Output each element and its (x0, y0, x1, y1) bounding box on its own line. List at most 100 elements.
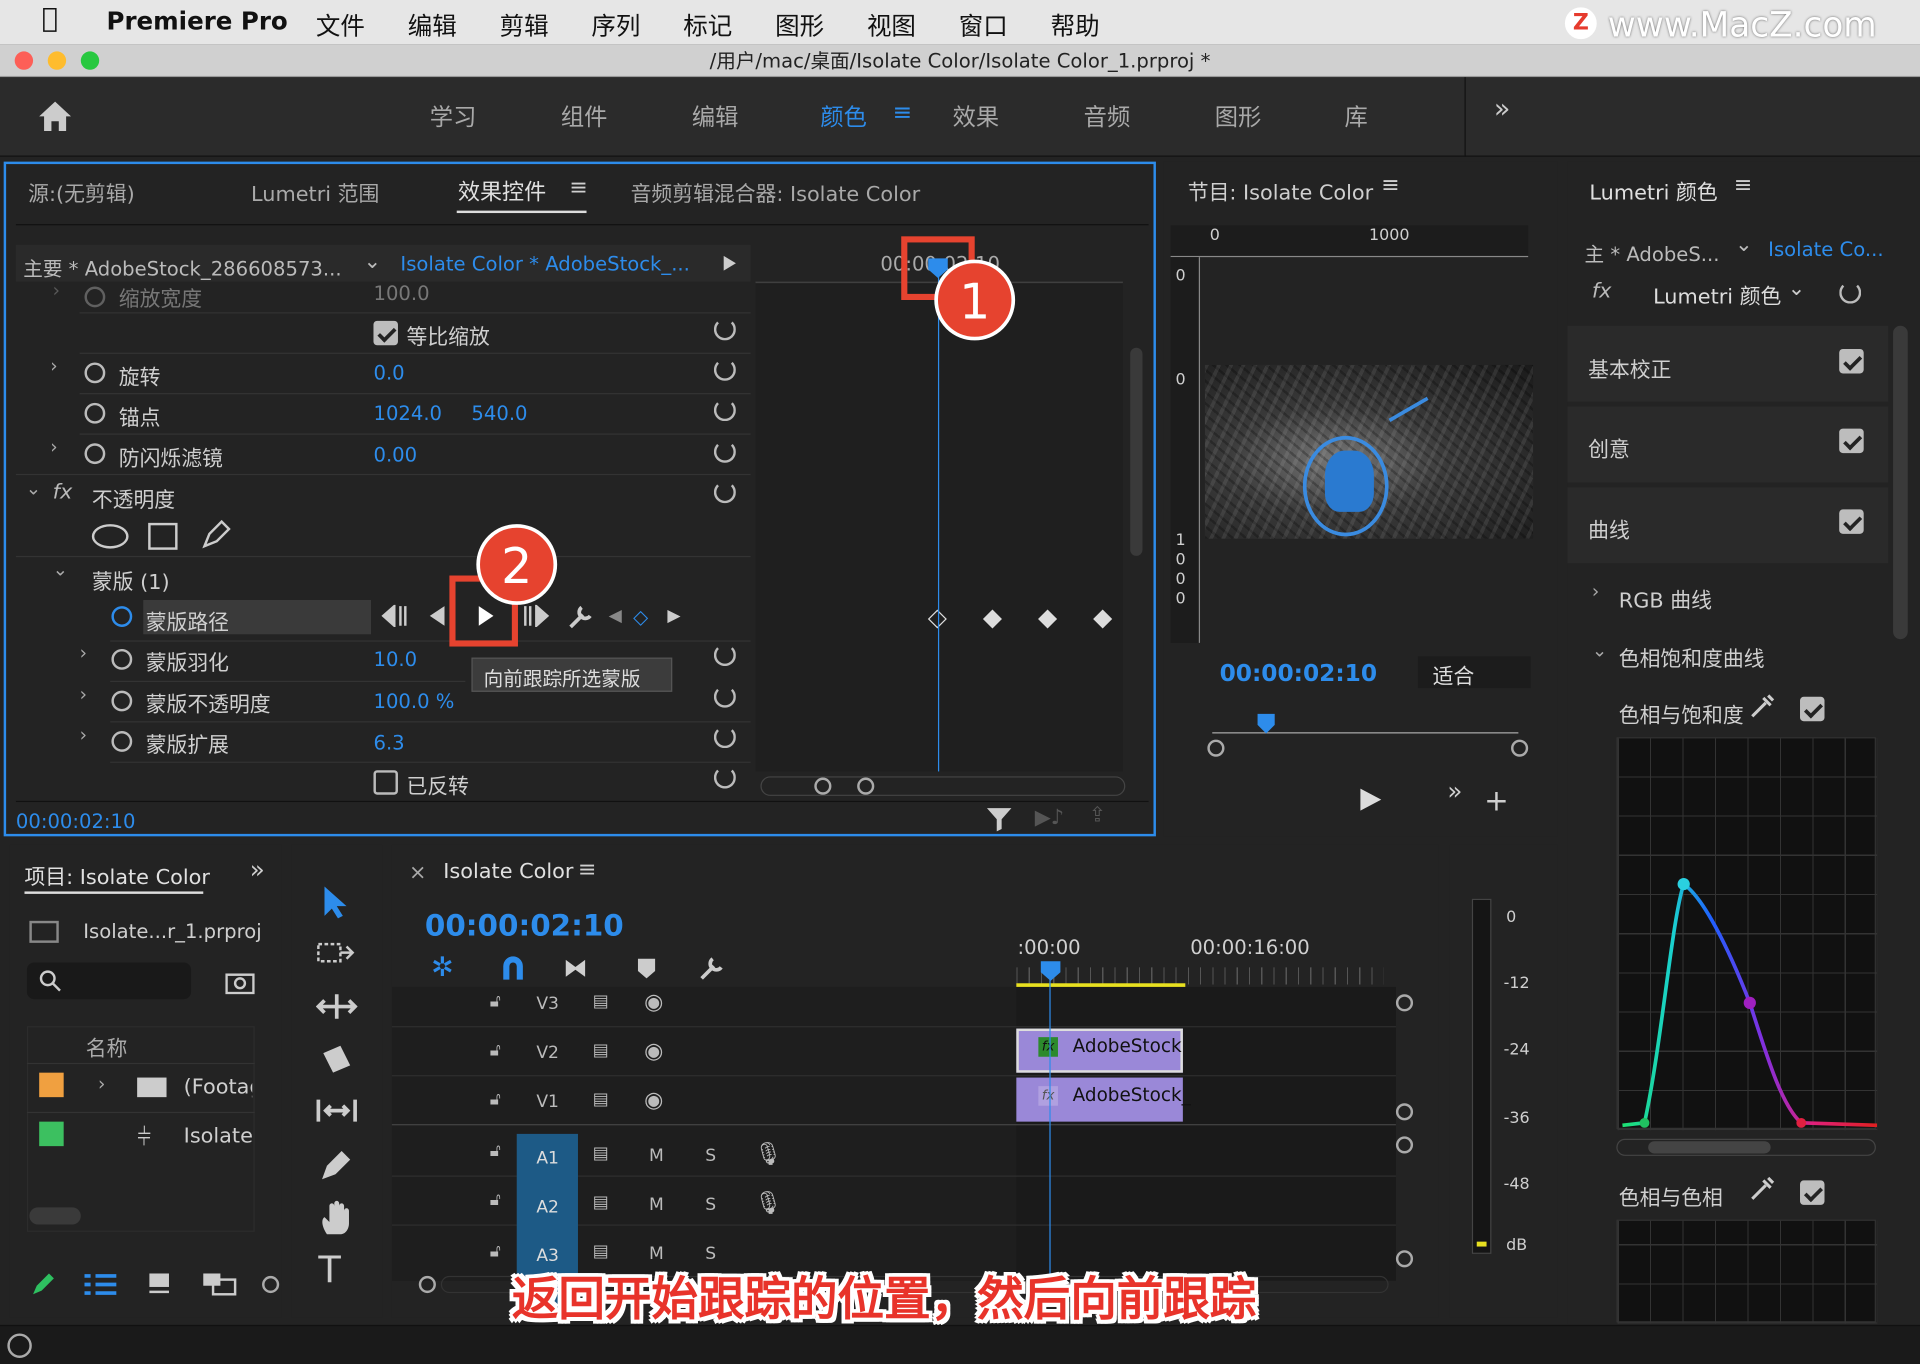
lumetri-sequence-clip[interactable]: Isolate Co... (1768, 238, 1883, 261)
app-menu[interactable]: Premiere Pro (107, 6, 288, 35)
mute-button[interactable]: M (649, 1195, 664, 1215)
reset-icon[interactable] (713, 440, 736, 463)
pencil-icon[interactable] (29, 1271, 56, 1298)
razor-tool-icon[interactable] (318, 1043, 352, 1075)
collapse-chevron[interactable]: ⌄ (1592, 639, 1607, 661)
pen-mask-icon[interactable] (200, 519, 232, 551)
workspace-assembly[interactable]: 组件 (561, 99, 608, 132)
label-color-swatch[interactable] (39, 1121, 64, 1147)
wrench-icon[interactable] (567, 601, 596, 630)
stopwatch-icon[interactable] (111, 648, 133, 670)
menu-help[interactable]: 帮助 (1051, 6, 1100, 42)
expand-chevron[interactable]: › (80, 683, 87, 705)
apple-icon[interactable]:  (42, 4, 58, 35)
flicker-value[interactable]: 0.00 (373, 443, 417, 466)
bin-search-icon[interactable] (225, 970, 255, 995)
panel-menu-icon[interactable]: ≡ (1381, 173, 1399, 199)
scroll-handle-right[interactable] (857, 777, 875, 795)
anchor-x-value[interactable]: 1024.0 (373, 402, 442, 425)
add-marker-icon[interactable] (637, 958, 657, 980)
more-controls-icon[interactable]: » (1447, 776, 1462, 805)
program-title[interactable]: 节目: Isolate Color (1188, 175, 1373, 205)
stopwatch-icon[interactable] (84, 286, 106, 308)
vertical-scrollbar[interactable] (1130, 347, 1143, 556)
vertical-scrollbar[interactable] (1893, 325, 1908, 640)
panel-menu-icon[interactable]: ≡ (578, 857, 596, 883)
reset-icon[interactable] (713, 726, 736, 749)
panel-menu-icon[interactable]: ≡ (569, 175, 587, 201)
microphone-icon[interactable]: 🎙︎ (754, 1190, 782, 1216)
inverted-checkbox[interactable] (373, 770, 398, 795)
solo-button[interactable]: S (705, 1195, 716, 1215)
add-keyframe-icon[interactable]: ◇ (633, 605, 648, 628)
next-keyframe-icon[interactable]: ▶ (667, 606, 680, 626)
scrub-end-handle[interactable] (1511, 739, 1529, 757)
eye-icon[interactable]: ◉ (644, 1038, 663, 1064)
slip-tool-icon[interactable] (316, 1097, 358, 1124)
video-frame[interactable] (1204, 364, 1534, 539)
sequence-clip-name[interactable]: Isolate Color * AdobeStock_... (400, 252, 689, 275)
scroll-handle[interactable] (1395, 1136, 1414, 1154)
lock-icon[interactable]: 🔓︎ (490, 992, 501, 1012)
tab-audio-mixer[interactable]: 音频剪辑混合器: Isolate Color (631, 176, 921, 206)
expand-chevron[interactable]: › (98, 1073, 105, 1095)
creative-checkbox[interactable] (1839, 428, 1864, 454)
linked-selection-icon[interactable]: ⧓ (563, 953, 587, 982)
zoom-handle[interactable] (262, 1275, 280, 1294)
workspace-graphics[interactable]: 图形 (1215, 99, 1262, 132)
icon-view-icon[interactable] (147, 1271, 171, 1295)
rotation-value[interactable]: 0.0 (373, 361, 404, 384)
clip-dropdown-icon[interactable]: ⌄ (364, 250, 381, 274)
collapse-chevron[interactable]: ⌄ (26, 478, 41, 500)
lock-icon[interactable]: 🔓︎ (490, 1190, 501, 1210)
eye-icon[interactable]: ◉ (644, 1087, 663, 1113)
ellipse-mask-icon[interactable] (91, 524, 129, 549)
anchor-y-value[interactable]: 540.0 (471, 402, 527, 425)
timeline-settings-wrench-icon[interactable] (698, 953, 727, 982)
mute-button[interactable]: M (649, 1146, 664, 1166)
project-item-sequence[interactable]: Isolate (184, 1124, 253, 1148)
timeline-playhead[interactable] (1040, 960, 1062, 982)
workspace-audio[interactable]: 音频 (1084, 99, 1131, 132)
hue-vs-hue-checkbox[interactable] (1800, 1180, 1825, 1205)
expand-chevron[interactable]: › (1592, 580, 1599, 602)
more-panels-icon[interactable]: » (250, 855, 265, 884)
scroll-handle[interactable] (1395, 1250, 1414, 1268)
clip-dropdown-icon[interactable]: ⌄ (1735, 233, 1752, 257)
menu-markers[interactable]: 标记 (683, 6, 732, 42)
stopwatch-icon[interactable] (111, 606, 133, 627)
more-workspaces-icon[interactable]: » (1494, 94, 1510, 125)
mask-opacity-value[interactable]: 100.0 % (373, 689, 454, 712)
sync-lock-icon[interactable]: ▤ (593, 992, 609, 1012)
snap-nested-icon[interactable]: ✲ (431, 953, 454, 984)
uniform-scale-checkbox[interactable] (373, 320, 398, 346)
sync-lock-icon[interactable]: ▤ (593, 1144, 609, 1164)
rgb-curves-label[interactable]: RGB 曲线 (1619, 583, 1712, 613)
stopwatch-icon[interactable] (84, 362, 106, 384)
track-backward-icon[interactable] (381, 604, 410, 627)
sync-lock-icon[interactable]: ▤ (593, 1193, 609, 1213)
track-label-a1[interactable]: A1 (536, 1149, 559, 1169)
reset-icon[interactable] (713, 399, 736, 422)
program-timecode[interactable]: 00:00:02:10 (1220, 660, 1377, 687)
stopwatch-icon[interactable] (84, 402, 106, 424)
filter-icon[interactable] (986, 806, 1013, 833)
reset-icon[interactable] (713, 685, 736, 708)
sync-lock-icon[interactable]: ▤ (593, 1090, 609, 1110)
play-triangle-icon[interactable] (722, 255, 737, 272)
rectangle-mask-icon[interactable] (148, 522, 178, 550)
basic-correction-checkbox[interactable] (1839, 348, 1864, 374)
reset-icon[interactable] (713, 358, 736, 381)
curve-scroll-thumb[interactable] (1648, 1141, 1771, 1154)
mask-expansion-value[interactable]: 6.3 (373, 731, 404, 754)
scale-width-value[interactable]: 100.0 (373, 282, 429, 305)
menu-view[interactable]: 视图 (867, 6, 916, 42)
expand-chevron[interactable]: › (50, 355, 57, 377)
reset-icon[interactable] (713, 644, 736, 667)
workspace-menu-icon[interactable]: ≡ (893, 99, 912, 126)
scroll-handle-left[interactable] (814, 777, 832, 795)
track-forward-icon[interactable] (520, 604, 550, 627)
hsl-curves-label[interactable]: 色相饱和度曲线 (1619, 642, 1765, 672)
menu-clip[interactable]: 剪辑 (500, 6, 549, 42)
ripple-edit-tool-icon[interactable] (315, 992, 358, 1021)
